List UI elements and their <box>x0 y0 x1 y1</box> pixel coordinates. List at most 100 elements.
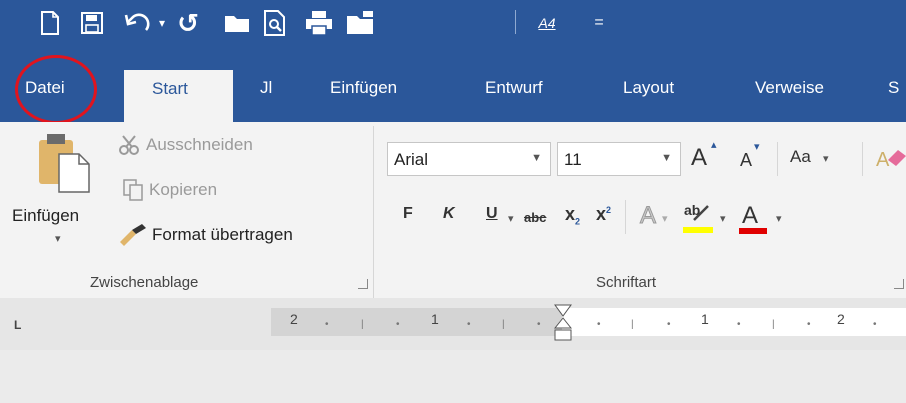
ruler-tick: • <box>667 319 671 330</box>
print-icon[interactable] <box>305 8 333 38</box>
ruler-number: 2 <box>837 311 845 327</box>
cut-button[interactable]: Ausschneiden <box>118 134 253 156</box>
tab-start[interactable]: Start <box>124 70 233 122</box>
ruler-number: 1 <box>701 311 709 327</box>
divider <box>777 142 778 176</box>
clipboard-dialog-launcher-icon[interactable] <box>358 279 368 289</box>
new-document-icon[interactable] <box>38 8 62 38</box>
tab-partial[interactable]: S <box>888 78 899 98</box>
font-color-bar <box>739 228 767 234</box>
text-effects-button[interactable]: A <box>639 202 656 230</box>
ruler-tick: • <box>325 319 329 330</box>
shrink-arrow-icon: ▾ <box>754 141 760 153</box>
format-painter-button[interactable]: Format übertragen <box>118 224 293 246</box>
font-name-value: Arial <box>394 150 429 169</box>
superscript-button[interactable]: x2 <box>596 204 611 225</box>
subscript-label: x <box>565 204 576 224</box>
shrink-font-button[interactable]: A <box>740 150 752 171</box>
toolbar-separator <box>515 10 516 34</box>
underline-button[interactable]: U <box>486 205 498 223</box>
open-folder-icon[interactable] <box>222 8 252 38</box>
ruler-number: 1 <box>431 311 439 327</box>
chevron-down-icon[interactable]: ▾ <box>508 212 514 225</box>
cut-label: Ausschneiden <box>146 135 253 154</box>
grow-font-button[interactable]: A <box>691 144 707 172</box>
clear-formatting-icon[interactable]: A <box>876 146 906 177</box>
highlighter-icon <box>693 205 709 221</box>
strikethrough-button[interactable]: abc <box>524 210 546 225</box>
indent-marker-icon[interactable] <box>554 304 572 342</box>
chevron-down-icon[interactable]: ▾ <box>776 212 782 225</box>
ruler-tick: | <box>502 319 505 330</box>
tab-design[interactable]: Entwurf <box>485 78 543 98</box>
paste-icon[interactable] <box>37 130 91 194</box>
font-size-icon[interactable]: A4 <box>534 8 560 38</box>
chevron-down-icon: ▼ <box>661 152 672 164</box>
subscript-button[interactable]: x2 <box>565 204 580 227</box>
ruler-text-area <box>562 308 906 336</box>
group-separator <box>373 126 374 298</box>
redo-icon[interactable]: ↺ <box>175 8 201 38</box>
copy-label: Kopieren <box>149 180 218 199</box>
highlight-circle <box>15 55 97 124</box>
change-case-button[interactable]: Aa <box>790 147 811 167</box>
folder-icon[interactable] <box>345 8 375 38</box>
ruler-tick: | <box>772 319 775 330</box>
ruler-tick: • <box>737 319 741 330</box>
undo-icon[interactable] <box>122 8 152 38</box>
ruler-number: 2 <box>290 311 298 327</box>
clipboard-group-label: Zwischenablage <box>90 274 199 291</box>
font-name-dropdown[interactable]: Arial ▼ <box>387 142 551 176</box>
save-icon[interactable] <box>80 8 104 38</box>
bold-button[interactable]: F <box>403 205 413 223</box>
ruler-tick: • <box>807 319 811 330</box>
divider <box>625 200 626 234</box>
chevron-down-icon[interactable]: ▾ <box>823 152 829 165</box>
document-area[interactable] <box>0 350 906 403</box>
ruler-tick: | <box>631 319 634 330</box>
highlight-button[interactable]: ab <box>682 200 716 234</box>
ruler-tick: • <box>597 319 601 330</box>
tab-references[interactable]: Verweise <box>755 78 824 98</box>
format-painter-label: Format übertragen <box>152 225 293 244</box>
format-painter-icon <box>120 224 146 246</box>
customize-icon[interactable]: = <box>592 8 606 38</box>
paste-dropdown-icon[interactable]: ▾ <box>55 232 61 245</box>
tab-jl[interactable]: Jl <box>260 78 272 98</box>
horizontal-ruler[interactable]: 2 • | • 1 • | • • | • 1 • | • 2 • <box>271 304 906 341</box>
scissors-icon <box>119 135 139 155</box>
font-color-button[interactable]: A <box>738 200 768 234</box>
ruler-tick: • <box>467 319 471 330</box>
ruler-area: L 2 • | • 1 • | • • | • 1 • | • 2 • <box>0 298 906 350</box>
font-dialog-launcher-icon[interactable] <box>894 279 904 289</box>
chevron-down-icon[interactable]: ▾ <box>720 212 726 225</box>
ruler-tick: • <box>537 319 541 330</box>
tab-insert[interactable]: Einfügen <box>330 78 397 98</box>
tab-layout[interactable]: Layout <box>623 78 674 98</box>
subscript-mark: 2 <box>575 216 581 227</box>
ruler-tick: • <box>873 319 877 330</box>
svg-text:A: A <box>876 149 890 171</box>
undo-dropdown-icon[interactable]: ▾ <box>157 8 167 38</box>
ribbon-tabs: Datei Start Jl Einfügen Entwurf Layout V… <box>0 60 906 122</box>
superscript-label: x <box>596 204 607 224</box>
ruler-margin <box>271 308 562 336</box>
ruler-tick: | <box>361 319 364 330</box>
font-size-dropdown[interactable]: 11 ▼ <box>557 142 681 176</box>
tab-start-label: Start <box>152 79 188 98</box>
chevron-down-icon: ▼ <box>531 152 542 164</box>
superscript-mark: 2 <box>606 205 612 215</box>
tab-selector[interactable]: L <box>14 318 21 332</box>
italic-button[interactable]: K <box>443 205 455 223</box>
copy-icon <box>123 179 143 201</box>
grow-arrow-icon: ▴ <box>711 139 717 151</box>
print-preview-icon[interactable] <box>262 8 288 38</box>
font-group-label: Schriftart <box>596 274 657 291</box>
paste-button[interactable]: Einfügen <box>12 206 79 226</box>
font-color-label: A <box>742 202 759 229</box>
copy-button[interactable]: Kopieren <box>123 179 217 201</box>
chevron-down-icon[interactable]: ▾ <box>662 212 668 225</box>
quick-access-toolbar: ▾ ↺ A4 = <box>0 0 906 60</box>
ribbon: Einfügen ▾ Ausschneiden Kopieren Format … <box>0 122 906 298</box>
font-size-value: 11 <box>564 150 582 169</box>
